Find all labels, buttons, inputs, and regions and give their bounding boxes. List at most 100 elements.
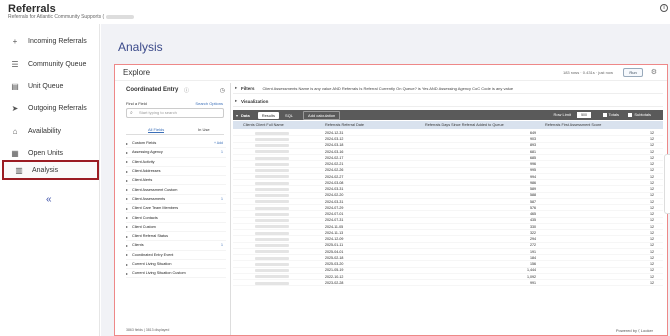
filters-summary: Client Assessments Name is any value AND… <box>262 85 514 91</box>
table-cell: 12 <box>650 243 654 248</box>
outgoing-referrals-icon: ➤ <box>11 103 19 113</box>
field-tabs: All Fields In Use <box>126 125 224 135</box>
table-cell: 2022-10-12 <box>325 274 344 279</box>
redacted-client-name <box>255 169 289 172</box>
column-header[interactable]: Referrals Referral Date <box>325 123 364 127</box>
redacted-client-name <box>255 275 289 279</box>
table-cell: 994 <box>530 174 536 179</box>
chevron-down-icon[interactable]: ▾ <box>236 113 238 118</box>
table-cell: 12 <box>650 249 654 254</box>
table-cell: 1,092 <box>527 274 536 279</box>
redacted-client-name <box>255 281 289 285</box>
filters-section[interactable]: ▸ Filters Client Assessments Name is any… <box>233 83 663 94</box>
field-group-item[interactable]: ▸ Client Care Team Members <box>126 204 226 214</box>
sidebar-item-outgoing-referrals[interactable]: ➤ Outgoing Referrals <box>0 98 100 118</box>
analysis-icon: ▥ <box>15 165 23 175</box>
redacted-client-name <box>255 187 289 191</box>
row-limit-input[interactable]: 500 <box>577 112 591 118</box>
field-group-item[interactable]: ▸ Client Alerts <box>126 176 226 186</box>
filters-label: Filters <box>241 85 255 91</box>
redacted-client-name <box>255 150 289 154</box>
sidebar-item-availability[interactable]: ⌂ Availability <box>0 121 100 141</box>
table-cell: 12 <box>650 218 654 223</box>
field-group-item[interactable]: ▸ Current Living Situation Custom <box>126 269 226 279</box>
table-cell: 12 <box>650 130 654 135</box>
field-group-item[interactable]: ▸ Client Referral Status <box>126 232 226 242</box>
unit-queue-icon: ▤ <box>11 81 19 91</box>
field-group-item[interactable]: ▸ Client Addresses <box>126 167 226 177</box>
field-list: ▸ Custom Fields + Add ▸ Assessing Agency 1 ▸ Cl… <box>126 139 226 279</box>
table-cell: 191 <box>530 249 536 254</box>
scroll-handle[interactable] <box>664 154 670 214</box>
table-cell: 1,444 <box>527 268 536 273</box>
sidebar-item-community-queue[interactable]: ☰ Community Queue <box>0 54 100 74</box>
redacted-client-name <box>255 244 289 247</box>
field-group-item[interactable]: ▸ Client Activity <box>126 158 226 167</box>
table-cell: 12 <box>650 137 654 142</box>
totals-checkbox[interactable]: Totals <box>602 112 619 117</box>
sidebar-item-analysis[interactable]: ▥ Analysis <box>2 160 99 180</box>
field-group-label: Client Assessment Custom <box>132 187 178 192</box>
field-group-label: Client Addresses <box>132 169 161 174</box>
sidebar-item-unit-queue[interactable]: ▤ Unit Queue <box>0 76 100 96</box>
table-cell: 2024-02-21 <box>325 162 344 167</box>
field-group-item[interactable]: ▸ Client Assessments 1 <box>126 195 226 205</box>
table-cell: 2024-07-01 <box>325 212 344 217</box>
table-cell: 685 <box>530 155 536 160</box>
search-options-link[interactable]: Search Options <box>195 101 223 106</box>
sidebar-item-label: Community Queue <box>28 60 87 68</box>
tab-sql[interactable]: SQL <box>281 112 297 119</box>
table-cell: 156 <box>530 262 536 267</box>
redacted-client-name <box>255 269 289 272</box>
table-cell: 2024-03-12 <box>325 137 344 142</box>
table-body: 2024-12-31 649 12 2024-03-12 903 12 2024-03-18… <box>233 130 663 287</box>
field-group-item[interactable]: ▸ Coordinated Entry Event <box>126 251 226 260</box>
redacted-client-name <box>255 162 289 166</box>
info-icon[interactable]: i <box>660 4 668 12</box>
field-group-label: Client Assessments <box>132 196 166 201</box>
table-cell: 2024-03-18 <box>325 143 344 148</box>
sidebar-item-incoming-referrals[interactable]: + Incoming Referrals <box>0 31 100 51</box>
collapse-sidebar-icon[interactable]: « <box>46 194 52 205</box>
run-button[interactable]: Run <box>623 68 643 77</box>
powered-by-looker: Powered by ⟨ Looker <box>615 328 653 333</box>
tab-results[interactable]: Results <box>257 111 280 119</box>
subtotals-checkbox[interactable]: Subtotals <box>628 112 651 117</box>
visualization-label: Visualization <box>241 98 269 104</box>
column-header[interactable]: Referrals First Assessment Score <box>545 123 601 127</box>
gear-icon[interactable]: ⚙ <box>651 68 657 76</box>
table-cell: 2024-03-31 <box>325 187 344 192</box>
add-calculation-button[interactable]: Add calculation <box>303 110 341 120</box>
info-icon[interactable]: ⓘ <box>184 87 189 94</box>
tab-all-fields[interactable]: All Fields <box>148 127 165 133</box>
field-group-item[interactable]: ▸ Custom Fields + Add <box>126 139 226 149</box>
visualization-section[interactable]: ▸ Visualization <box>233 96 663 107</box>
field-group-label: Coordinated Entry Event <box>132 252 174 257</box>
field-group-item[interactable]: ▸ Clients 1 <box>126 241 226 251</box>
app-root: Referrals Referrals for Atlantic Communi… <box>0 0 670 336</box>
table-cell: 576 <box>530 205 536 210</box>
field-group-item[interactable]: ▸ Client Assessment Custom <box>126 185 226 195</box>
table-cell: 12 <box>650 205 654 210</box>
table-cell: 12 <box>650 149 654 154</box>
main-content: Analysis Explore 183 rows · 0.431s · jus… <box>101 24 670 336</box>
column-header[interactable]: Referrals Days Since Referral Added to Q… <box>425 123 504 127</box>
data-toolbar: ▾ Data Results SQL Add calculation Row L… <box>233 110 663 120</box>
field-group-item[interactable]: ▸ Assessing Agency 1 <box>126 148 226 158</box>
history-icon[interactable]: ◷ <box>220 87 225 94</box>
field-group-label: Client Alerts <box>132 178 153 183</box>
table-cell: 294 <box>530 237 536 242</box>
field-group-item[interactable]: ▸ Client Custom <box>126 223 226 232</box>
column-header[interactable]: Clients Client Full Name <box>243 123 284 127</box>
field-group-item[interactable]: ▸ Current Living Situation <box>126 260 226 270</box>
tab-in-use[interactable]: In Use <box>198 127 210 132</box>
table-cell: 2024-02-20 <box>325 193 344 198</box>
table-cell: 12 <box>650 143 654 148</box>
query-meta: 183 rows · 0.431s · just now <box>562 70 613 75</box>
open-units-icon: ▦ <box>11 148 19 158</box>
field-search-input[interactable]: ⌕ Start typing to search <box>126 108 224 118</box>
field-group-item[interactable]: ▸ Client Contacts <box>126 213 226 223</box>
redacted-client-name <box>255 225 289 229</box>
table-cell: 996 <box>530 162 536 167</box>
field-group-label: Assessing Agency <box>132 150 163 155</box>
